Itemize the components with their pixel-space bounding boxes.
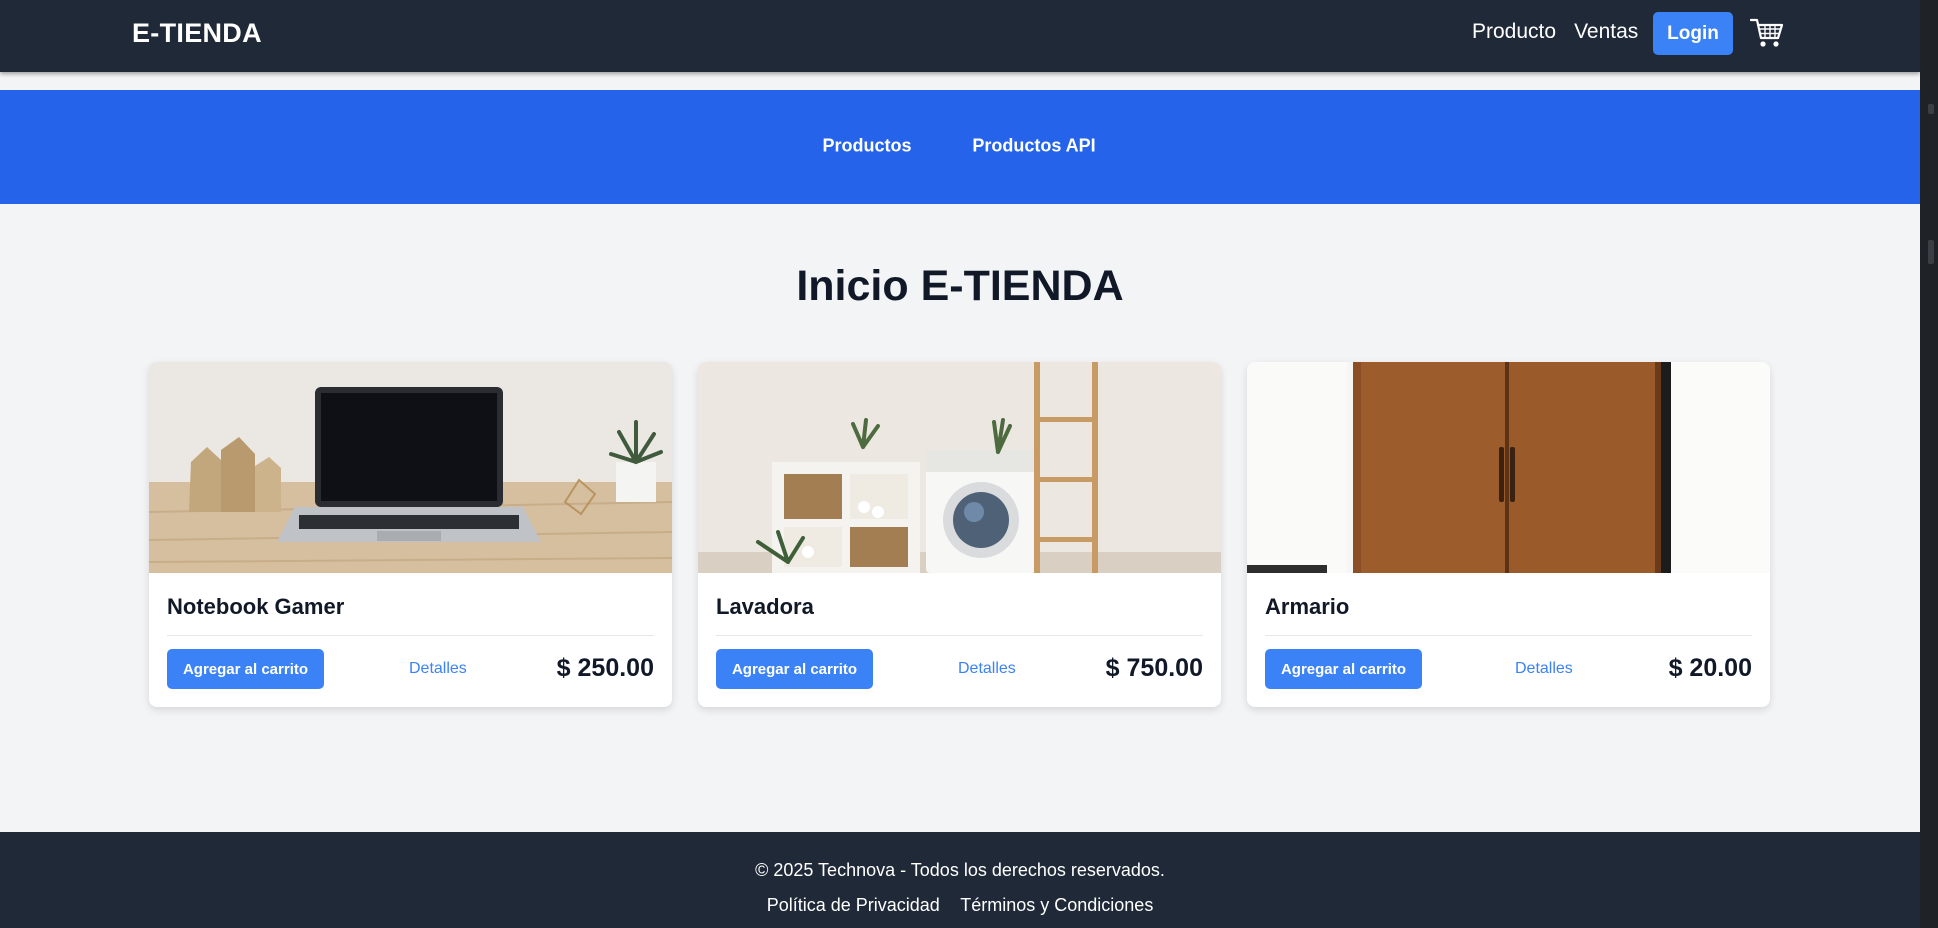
subnav-bar: Productos Productos API: [0, 90, 1920, 204]
product-card-lavadora: Lavadora Agregar al carrito Detalles $ 7…: [698, 362, 1221, 707]
wooden-wardrobe-photo: [1247, 362, 1770, 573]
product-price: $ 250.00: [556, 654, 654, 682]
add-to-cart-button[interactable]: Agregar al carrito: [716, 649, 873, 689]
laptop-on-desk-photo: [149, 362, 672, 573]
card-divider: [167, 635, 654, 636]
subnav-link-productos-api[interactable]: Productos API: [972, 136, 1095, 157]
product-price: $ 20.00: [1668, 654, 1752, 682]
brand-logo[interactable]: E-TIENDA: [132, 18, 262, 49]
subnav-link-productos[interactable]: Productos: [822, 136, 911, 157]
product-card-notebook-gamer: Notebook Gamer Agregar al carrito Detall…: [149, 362, 672, 707]
washing-machine-laundry-photo: [698, 362, 1221, 573]
nav-link-ventas[interactable]: Ventas: [1574, 20, 1638, 44]
page-title: Inicio E-TIENDA: [796, 262, 1124, 310]
nav-link-producto[interactable]: Producto: [1472, 20, 1556, 44]
details-link[interactable]: Detalles: [958, 660, 1016, 678]
details-link[interactable]: Detalles: [1515, 660, 1573, 678]
page: E-TIENDA Producto Ventas Login Productos…: [0, 0, 1920, 928]
footer-link-terms[interactable]: Términos y Condiciones: [960, 895, 1153, 915]
top-navbar: E-TIENDA Producto Ventas Login: [0, 0, 1920, 72]
product-price: $ 750.00: [1105, 654, 1203, 682]
edge-mark: [1928, 104, 1934, 114]
footer-link-privacy[interactable]: Política de Privacidad: [767, 895, 940, 915]
product-card-armario: Armario Agregar al carrito Detalles $ 20…: [1247, 362, 1770, 707]
window-edge-strip: [1920, 0, 1938, 928]
copyright-text: © 2025 Technova - Todos los derechos res…: [755, 860, 1165, 880]
login-button[interactable]: Login: [1653, 12, 1733, 55]
nav-links: Producto Ventas: [1472, 20, 1638, 44]
product-title: Lavadora: [716, 594, 814, 619]
details-link[interactable]: Detalles: [409, 660, 467, 678]
product-title: Notebook Gamer: [167, 594, 345, 619]
product-title: Armario: [1265, 594, 1350, 619]
site-footer: © 2025 Technova - Todos los derechos res…: [0, 832, 1920, 928]
footer-links: Política de Privacidad Términos y Condic…: [0, 895, 1920, 916]
add-to-cart-button[interactable]: Agregar al carrito: [1265, 649, 1422, 689]
edge-mark: [1928, 240, 1934, 264]
add-to-cart-button[interactable]: Agregar al carrito: [167, 649, 324, 689]
card-divider: [1265, 635, 1752, 636]
card-divider: [716, 635, 1203, 636]
shopping-cart-icon[interactable]: [1750, 17, 1784, 49]
